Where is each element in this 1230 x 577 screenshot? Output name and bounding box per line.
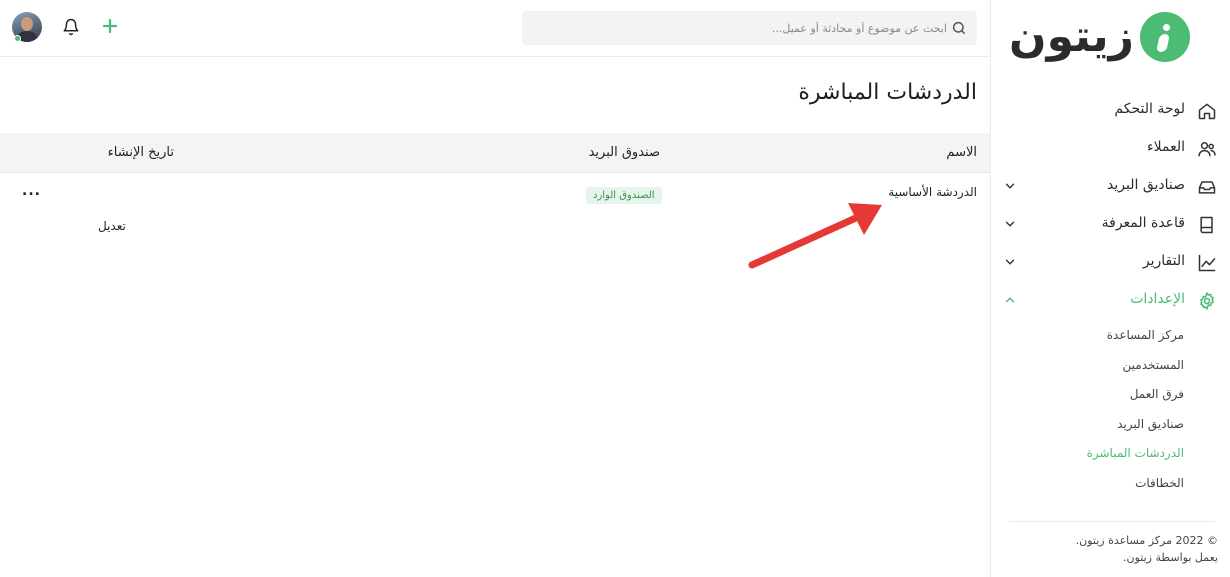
chart-icon xyxy=(1198,254,1216,272)
sub-item-users[interactable]: المستخدمين xyxy=(1123,358,1184,372)
inbox-icon xyxy=(1198,181,1216,194)
sidebar-item-label: العملاء xyxy=(1147,139,1185,155)
home-icon xyxy=(1198,103,1216,120)
search-icon xyxy=(952,21,966,35)
sidebar-item-label: الإعدادات xyxy=(1130,291,1185,307)
sub-item-help-center[interactable]: مركز المساعدة xyxy=(1107,328,1184,342)
sub-item-webhooks[interactable]: الخطافات xyxy=(1135,476,1184,490)
chevron-up-icon[interactable] xyxy=(1003,293,1017,307)
sub-item-mailboxes[interactable]: صناديق البريد xyxy=(1117,417,1184,431)
column-header-created[interactable]: تاريخ الإنشاء xyxy=(108,145,174,160)
sub-item-teams[interactable]: فرق العمل xyxy=(1130,387,1184,401)
sidebar-item-label: التقارير xyxy=(1142,253,1185,269)
sidebar-item-reports[interactable]: التقارير xyxy=(991,244,1230,282)
book-icon xyxy=(1200,216,1213,234)
annotation-arrow xyxy=(748,203,882,269)
plus-icon[interactable] xyxy=(101,17,119,35)
logo-text: زيتون xyxy=(1009,11,1134,62)
footer-divider xyxy=(1009,521,1215,522)
page-title: الدردشات المباشرة xyxy=(798,80,977,105)
edit-link[interactable]: تعديل xyxy=(98,219,126,233)
sidebar-item-dashboard[interactable]: لوحة التحكم xyxy=(991,92,1230,130)
column-header-name[interactable]: الاسم xyxy=(946,145,977,160)
bell-icon[interactable] xyxy=(62,18,80,36)
row-actions-button[interactable]: ... xyxy=(22,183,41,199)
sidebar-item-label: قاعدة المعرفة xyxy=(1101,215,1185,231)
powered-by-text: يعمل بواسطة زيتون. xyxy=(1123,551,1218,564)
sidebar-item-label: صناديق البريد xyxy=(1107,177,1185,193)
sidebar-item-customers[interactable]: العملاء xyxy=(991,130,1230,168)
table-header: الاسم صندوق البريد تاريخ الإنشاء xyxy=(0,133,990,173)
sidebar-item-knowledge-base[interactable]: قاعدة المعرفة xyxy=(991,206,1230,244)
sidebar-item-label: لوحة التحكم xyxy=(1114,101,1185,117)
top-bar xyxy=(0,0,990,57)
logo-mark-icon xyxy=(1140,12,1190,62)
chevron-down-icon[interactable] xyxy=(1003,217,1017,231)
column-header-mailbox[interactable]: صندوق البريد xyxy=(589,145,660,160)
chevron-down-icon[interactable] xyxy=(1003,179,1017,193)
users-icon xyxy=(1198,142,1216,157)
sidebar-item-mailboxes[interactable]: صناديق البريد xyxy=(991,168,1230,206)
search-input[interactable] xyxy=(547,11,947,45)
chevron-down-icon[interactable] xyxy=(1003,255,1017,269)
sidebar-item-settings[interactable]: الإعدادات xyxy=(991,282,1230,320)
avatar-face xyxy=(21,17,33,31)
mailbox-badge: الصندوق الوارد xyxy=(586,187,662,204)
brand-logo[interactable]: زيتون xyxy=(1009,12,1190,62)
copyright-text: © 2022 مركز مساعدة زيتون. xyxy=(1075,534,1218,547)
chat-name-cell[interactable]: الدردشة الأساسية xyxy=(888,185,977,199)
search-box[interactable] xyxy=(522,11,977,45)
online-status-dot xyxy=(14,35,21,42)
gear-icon xyxy=(1200,292,1214,310)
sidebar-footer: © 2022 مركز مساعدة زيتون. يعمل بواسطة زي… xyxy=(1076,532,1218,566)
logo-dot xyxy=(1163,24,1170,31)
sidebar: زيتون لوحة التحكم العملاء صناديق البريد … xyxy=(990,0,1230,577)
logo-stem xyxy=(1156,34,1170,52)
sub-item-live-chats[interactable]: الدردشات المباشرة xyxy=(1087,446,1184,460)
